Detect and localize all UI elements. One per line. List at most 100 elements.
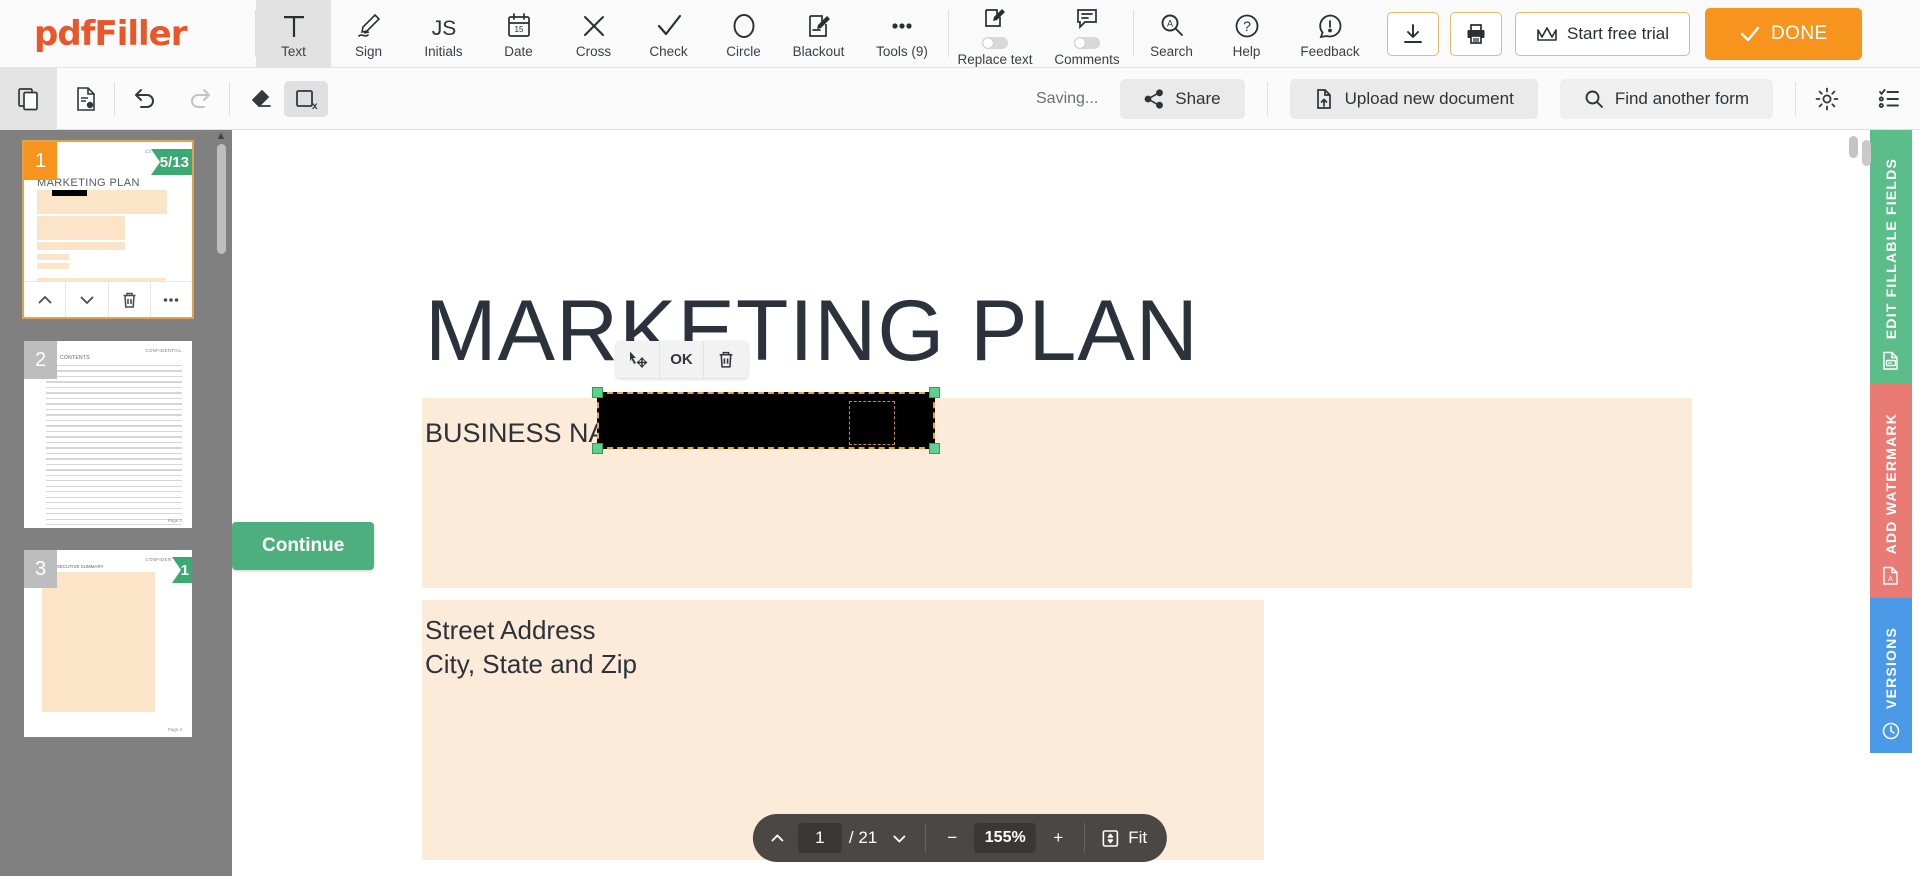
action-label: Feedback — [1300, 43, 1360, 59]
action-label: Help — [1232, 43, 1261, 59]
annotation-tools: Text Sign JS Initials 15 Date Cross Chec… — [256, 0, 948, 67]
blackout-selection[interactable] — [592, 387, 940, 454]
redo-button[interactable] — [172, 68, 229, 130]
eraser-tool-button[interactable] — [240, 81, 284, 117]
pdffiller-logo[interactable]: pdfFiller — [0, 0, 255, 67]
sidebar-tab-versions[interactable]: VERSIONS — [1870, 598, 1912, 753]
tool-label: Circle — [726, 43, 761, 59]
page-number-badge: 1 — [24, 142, 57, 180]
page-thumbnails-panel: 1 5/13 CONFIDENTIAL MARKETING PLAN Page … — [0, 130, 232, 876]
resize-handle-bottom-left[interactable] — [592, 443, 603, 454]
resize-handle-bottom-right[interactable] — [929, 443, 940, 454]
tool-check[interactable]: Check — [631, 0, 706, 67]
blackout-icon — [805, 11, 833, 41]
upload-document-icon — [1314, 88, 1334, 110]
tool-text[interactable]: Text — [256, 0, 331, 67]
tool-initials[interactable]: JS Initials — [406, 0, 481, 67]
undo-button[interactable] — [115, 68, 172, 130]
document-scrollbar[interactable] — [1849, 136, 1858, 158]
thumbnails-scroll-up[interactable]: ▲ — [214, 130, 228, 143]
tool-circle[interactable]: Circle — [706, 0, 781, 67]
thumbnail-footer: Page 3 — [167, 727, 182, 732]
toggle-label: Replace text — [957, 51, 1033, 67]
resize-handle-top-right[interactable] — [929, 387, 940, 398]
tool-label: Date — [504, 43, 533, 59]
start-free-trial-button[interactable]: Start free trial — [1515, 11, 1691, 56]
pages-panel-button[interactable] — [0, 67, 57, 130]
toggle-replace-text[interactable]: Replace text — [949, 0, 1041, 67]
tool-label: Sign — [354, 43, 383, 59]
selection-toolbar: OK — [616, 341, 748, 378]
date-icon: 15 — [506, 11, 532, 41]
right-scrollbar[interactable] — [1862, 140, 1871, 166]
replace-text-switch[interactable] — [982, 36, 1008, 49]
sidebar-tab-label: EDIT FILLABLE FIELDS — [1883, 157, 1899, 339]
next-page-button[interactable] — [881, 814, 917, 862]
previous-page-button[interactable] — [759, 814, 795, 862]
sidebar-tab-label: ADD WATERMARK — [1883, 412, 1899, 554]
thumbnail-page-2[interactable]: 2 CONFIDENTIAL CONTENTS Page 2 — [24, 341, 192, 528]
download-button[interactable] — [1387, 11, 1439, 56]
thumbnail-page-1[interactable]: 1 5/13 CONFIDENTIAL MARKETING PLAN Page … — [22, 140, 194, 319]
sidebar-tab-edit-fillable-fields[interactable]: EDIT FILLABLE FIELDS — [1870, 130, 1912, 383]
settings-button[interactable] — [1796, 68, 1858, 130]
selection-move-button[interactable] — [616, 341, 660, 378]
thumb-move-up-button[interactable] — [24, 282, 67, 317]
print-button[interactable] — [1450, 11, 1502, 56]
search-icon: A — [1158, 11, 1186, 41]
action-feedback[interactable]: Feedback — [1284, 0, 1376, 67]
eraser-icon — [250, 88, 274, 110]
thumbnails-scrollbar[interactable] — [217, 144, 226, 254]
comments-icon — [1074, 3, 1100, 33]
fit-label: Fit — [1128, 828, 1148, 847]
list-menu-button[interactable] — [1858, 68, 1920, 130]
zoom-out-button[interactable]: − — [934, 814, 970, 862]
document-page: MARKETING PLAN BUSINESS NAME: Street Add… — [330, 130, 1720, 876]
pages-icon — [16, 86, 42, 112]
action-search[interactable]: A Search — [1134, 0, 1209, 67]
tool-blackout[interactable]: Blackout — [781, 0, 856, 67]
check-icon — [655, 11, 683, 41]
tool-more-tools[interactable]: Tools (9) — [856, 0, 948, 67]
thumb-delete-button[interactable] — [109, 282, 151, 317]
page-fields-badge: 5/13 — [150, 149, 192, 175]
share-button[interactable]: Share — [1120, 78, 1245, 119]
chevron-up-icon — [770, 834, 783, 841]
sidebar-tab-add-watermark[interactable]: A ADD WATERMARK — [1870, 383, 1912, 598]
page-number-badge: 3 — [24, 550, 57, 588]
thumb-move-down-button[interactable] — [66, 282, 109, 317]
thumbnail-page-3[interactable]: 3 1 CONFIDENTIAL EXECUTIVE SUMMARY Page … — [24, 550, 192, 737]
confidential-label: CONFIDENTIAL — [145, 348, 182, 353]
document-settings-button[interactable] — [57, 68, 114, 130]
action-help[interactable]: ? Help — [1209, 0, 1284, 67]
find-another-form-button[interactable]: Find another form — [1559, 78, 1773, 119]
tool-sign[interactable]: Sign — [331, 0, 406, 67]
tool-date[interactable]: 15 Date — [481, 0, 556, 67]
toggle-label: Comments — [1054, 51, 1120, 67]
tool-cross[interactable]: Cross — [556, 0, 631, 67]
done-label: DONE — [1771, 22, 1828, 44]
divider — [1266, 81, 1268, 116]
more-dots-icon — [887, 11, 917, 41]
zoom-level-display[interactable]: 155% — [974, 823, 1037, 853]
comments-switch[interactable] — [1074, 36, 1100, 49]
saving-status: Saving... — [1036, 89, 1099, 107]
selection-delete-button[interactable] — [704, 341, 748, 378]
thumbnail-title: CONTENTS — [60, 355, 90, 361]
upload-new-document-button[interactable]: Upload new document — [1289, 78, 1538, 119]
continue-button[interactable]: Continue — [232, 522, 375, 570]
clear-area-tool-button[interactable]: x — [284, 80, 328, 117]
page-number-input[interactable]: 1 — [797, 823, 842, 853]
trial-label: Start free trial — [1567, 23, 1670, 43]
toggle-comments[interactable]: Comments — [1041, 0, 1133, 67]
thumb-more-button[interactable] — [151, 282, 192, 317]
document-title: MARKETING PLAN — [425, 283, 1199, 379]
circle-icon — [730, 11, 758, 41]
zoom-in-button[interactable]: + — [1040, 814, 1076, 862]
help-icon: ? — [1233, 11, 1261, 41]
fit-page-button[interactable]: Fit — [1093, 828, 1161, 848]
resize-handle-top-left[interactable] — [592, 387, 603, 398]
share-icon — [1144, 88, 1164, 109]
done-button[interactable]: DONE — [1705, 7, 1862, 60]
selection-ok-button[interactable]: OK — [660, 341, 704, 378]
